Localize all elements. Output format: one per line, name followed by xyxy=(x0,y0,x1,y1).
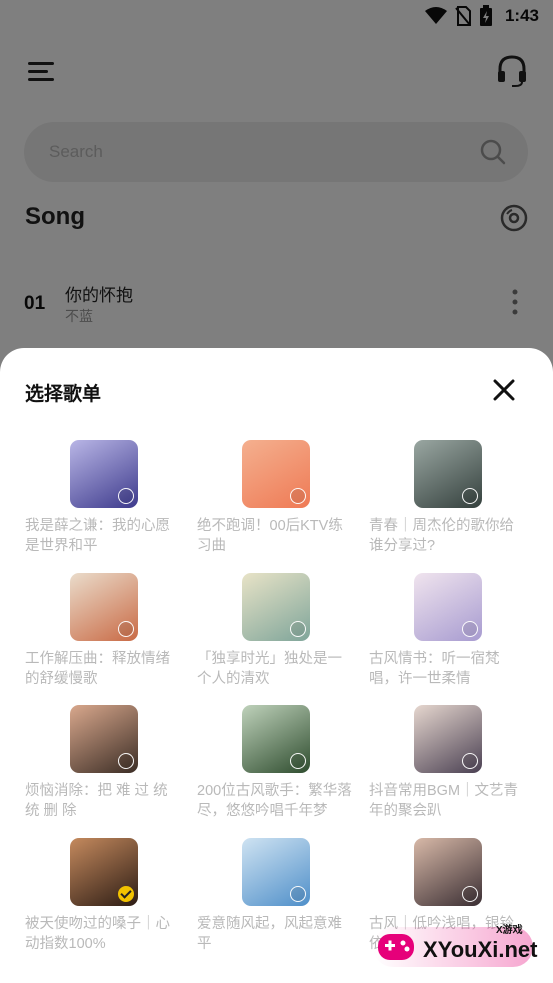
select-radio[interactable] xyxy=(462,621,478,637)
playlist-cover[interactable] xyxy=(414,573,482,641)
playlist-name: 爱意随风起，风起意难平 xyxy=(197,916,342,952)
select-radio[interactable] xyxy=(118,753,134,769)
playlist-cover[interactable] xyxy=(70,705,138,773)
selected-check-icon[interactable] xyxy=(118,886,134,902)
playlist-cover[interactable] xyxy=(70,573,138,641)
playlist-cover[interactable] xyxy=(414,705,482,773)
select-radio[interactable] xyxy=(462,488,478,504)
playlist-name: 烦恼消除：把 难 过 统 统 删 除 xyxy=(25,783,168,819)
playlist-name: 绝不跑调！00后KTV练习曲 xyxy=(197,518,343,554)
select-radio[interactable] xyxy=(462,886,478,902)
watermark: X游戏 XYouXi.net xyxy=(373,923,543,973)
playlist-name: 青春｜周杰伦的歌你给谁分享过? xyxy=(369,518,514,554)
select-radio[interactable] xyxy=(290,753,306,769)
select-radio[interactable] xyxy=(462,753,478,769)
playlist-cover[interactable] xyxy=(242,705,310,773)
playlist-name: 我是薛之谦：我的心愿是世界和平 xyxy=(25,518,170,554)
playlist-cover[interactable] xyxy=(70,440,138,508)
sheet-title: 选择歌单 xyxy=(25,384,102,405)
playlist-name: 工作解压曲：释放情绪的舒缓慢歌 xyxy=(25,651,170,687)
select-radio[interactable] xyxy=(118,488,134,504)
playlist-name: 抖音常用BGM｜文艺青年的聚会趴 xyxy=(369,783,519,819)
select-radio[interactable] xyxy=(118,621,134,637)
select-radio[interactable] xyxy=(290,886,306,902)
playlist-name: 被天使吻过的嗓子｜心动指数100% xyxy=(25,916,170,952)
playlist-cover[interactable] xyxy=(414,838,482,906)
select-radio[interactable] xyxy=(290,621,306,637)
close-icon[interactable] xyxy=(491,377,517,403)
playlist-name: 「独享时光」独处是一个人的清欢 xyxy=(197,651,342,687)
playlist-picker-sheet: 选择歌单 我是薛之谦：我的心愿是世界和平 绝不跑调！00后KTV练习曲 青春｜周杰伦… xyxy=(0,348,553,983)
playlist-cover[interactable] xyxy=(242,573,310,641)
gamepad-icon xyxy=(378,934,414,960)
playlist-name: 古风情书：听一宿梵唱，许一世柔情 xyxy=(369,651,500,687)
playlist-cover[interactable] xyxy=(70,838,138,906)
playlist-cover[interactable] xyxy=(414,440,482,508)
select-radio[interactable] xyxy=(290,488,306,504)
watermark-subtitle: X游戏 xyxy=(496,925,523,936)
watermark-brand: XYouXi.net xyxy=(423,937,538,962)
playlist-cover[interactable] xyxy=(242,440,310,508)
playlist-name: 200位古风歌手：繁华落尽，悠悠吟唱千年梦 xyxy=(197,783,352,819)
playlist-cover[interactable] xyxy=(242,838,310,906)
